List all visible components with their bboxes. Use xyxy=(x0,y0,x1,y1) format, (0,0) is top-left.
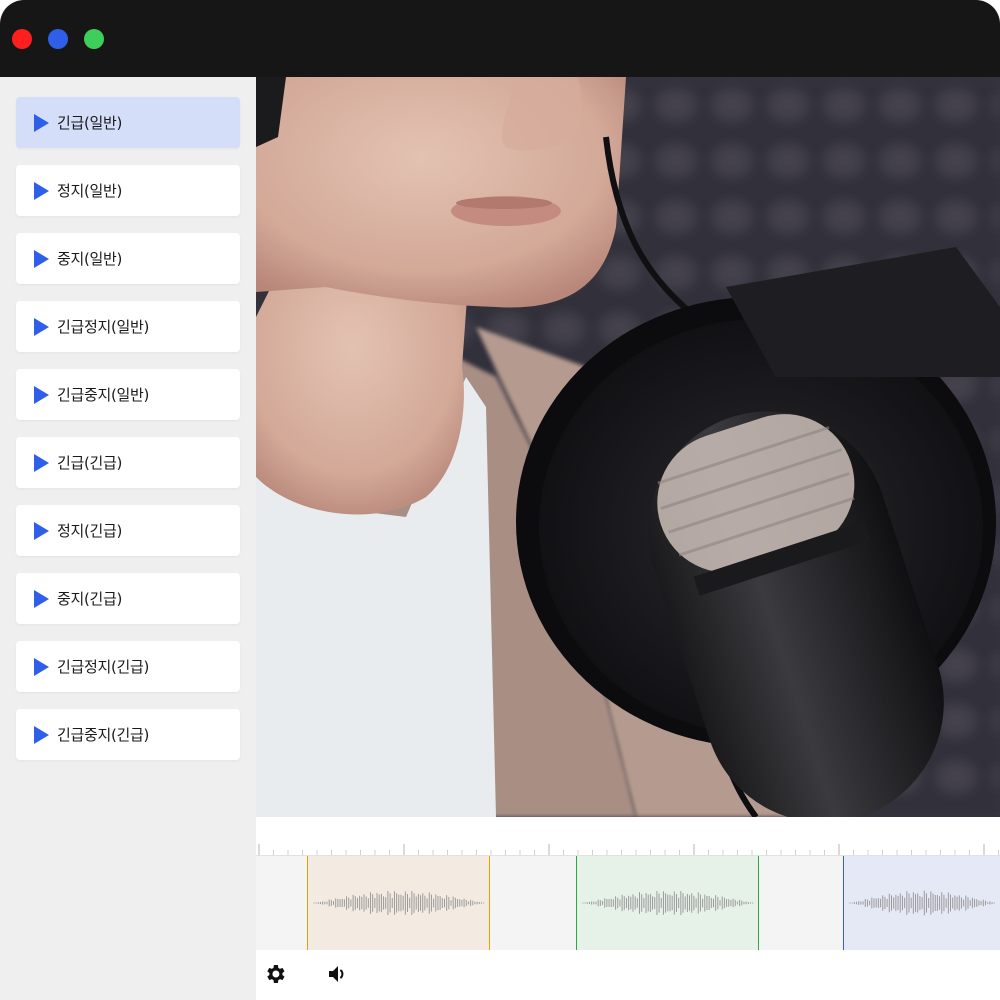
command-label: 정지(긴급) xyxy=(57,522,123,540)
timeline[interactable] xyxy=(256,817,1000,951)
command-label: 중지(긴급) xyxy=(57,590,123,608)
command-item[interactable]: 정지(일반) xyxy=(16,165,240,216)
command-label: 정지(일반) xyxy=(57,182,123,200)
volume-button[interactable] xyxy=(325,962,349,986)
play-icon xyxy=(34,113,49,132)
command-item[interactable]: 긴급정지(긴급) xyxy=(16,641,240,692)
player-controls xyxy=(256,950,1000,1000)
maximize-window-button[interactable] xyxy=(84,29,104,49)
waveform xyxy=(313,890,485,916)
timeline-ruler xyxy=(258,844,999,855)
command-item[interactable]: 긴급(긴급) xyxy=(16,437,240,488)
audio-track[interactable] xyxy=(256,855,1000,951)
command-item[interactable]: 긴급중지(일반) xyxy=(16,369,240,420)
command-label: 중지(일반) xyxy=(57,250,123,268)
podcast-photo xyxy=(256,77,1000,817)
app-window: 긴급(일반) 정지(일반) 중지(일반) 긴급정지(일반) 긴급중지(일반) 긴급(긴급)… xyxy=(0,0,1000,1000)
command-item[interactable]: 긴급중지(긴급) xyxy=(16,709,240,760)
command-item[interactable]: 중지(긴급) xyxy=(16,573,240,624)
settings-button[interactable] xyxy=(263,962,287,986)
command-label: 긴급정지(일반) xyxy=(57,318,150,336)
play-icon xyxy=(34,385,49,404)
minimize-window-button[interactable] xyxy=(48,29,68,49)
command-sidebar: 긴급(일반) 정지(일반) 중지(일반) 긴급정지(일반) 긴급중지(일반) 긴급(긴급)… xyxy=(0,77,256,1000)
play-icon xyxy=(34,453,49,472)
command-label: 긴급정지(긴급) xyxy=(57,658,150,676)
command-label: 긴급중지(일반) xyxy=(57,386,150,404)
video-frame[interactable] xyxy=(256,77,1000,817)
title-bar xyxy=(0,0,1000,77)
play-icon xyxy=(34,657,49,676)
play-icon xyxy=(34,521,49,540)
command-item[interactable]: 긴급정지(일반) xyxy=(16,301,240,352)
play-icon xyxy=(34,589,49,608)
audio-clip[interactable] xyxy=(307,856,490,951)
command-item[interactable]: 정지(긴급) xyxy=(16,505,240,556)
waveform xyxy=(849,890,995,916)
speaker-icon xyxy=(329,966,344,982)
gear-icon xyxy=(267,965,285,983)
play-icon xyxy=(34,249,49,268)
play-icon xyxy=(34,317,49,336)
close-window-button[interactable] xyxy=(12,29,32,49)
command-label: 긴급중지(긴급) xyxy=(57,726,150,744)
command-item[interactable]: 중지(일반) xyxy=(16,233,240,284)
command-label: 긴급(일반) xyxy=(57,114,123,132)
audio-clip[interactable] xyxy=(576,856,759,951)
audio-clip[interactable] xyxy=(843,856,1000,951)
play-icon xyxy=(34,725,49,744)
command-item[interactable]: 긴급(일반) xyxy=(16,97,240,148)
command-label: 긴급(긴급) xyxy=(57,454,123,472)
waveform xyxy=(582,890,754,916)
play-icon xyxy=(34,181,49,200)
